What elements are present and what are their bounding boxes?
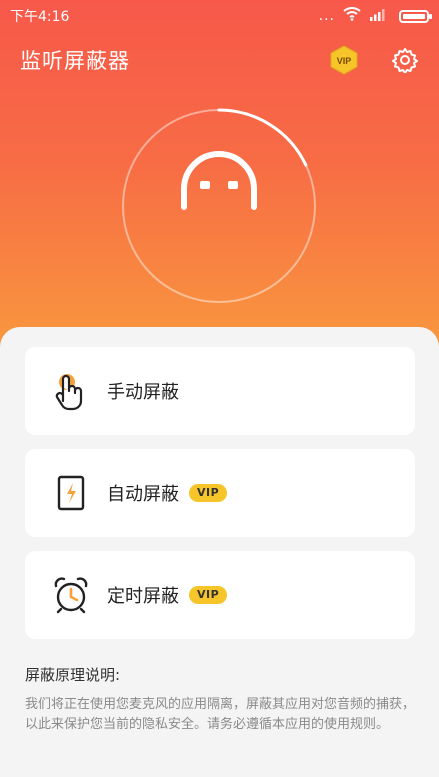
shield-status-button[interactable] [120, 107, 318, 305]
vip-tag: VIP [189, 586, 228, 604]
auto-shield-label: 自动屏蔽 [107, 484, 179, 505]
wifi-icon [343, 7, 361, 25]
vip-badge-button[interactable]: VIP [329, 45, 359, 75]
explanation-title: 屏蔽原理说明: [25, 666, 121, 684]
manual-shield-option[interactable]: 手动屏蔽 [25, 347, 415, 435]
auto-shield-option[interactable]: 自动屏蔽 VIP [25, 449, 415, 537]
status-bar: 下午4:16 ... [0, 0, 439, 32]
vip-tag: VIP [189, 484, 228, 502]
gear-icon [392, 48, 418, 73]
timed-shield-label: 定时屏蔽 [107, 586, 179, 607]
timed-shield-option[interactable]: 定时屏蔽 VIP [25, 551, 415, 639]
settings-button[interactable] [391, 46, 419, 74]
alarm-clock-icon [51, 575, 91, 615]
auto-lightning-icon [51, 473, 91, 513]
explanation-body: 我们将正在使用您麦克风的应用隔离，屏蔽其应用对您音频的捕获，以此来保护您当前的隐… [25, 697, 416, 732]
signal-icon [369, 7, 387, 25]
title-bar: 监听屏蔽器 VIP [0, 38, 439, 82]
vip-hexagon-icon: VIP [330, 45, 358, 75]
status-icons: ... [318, 7, 432, 25]
battery-icon [399, 9, 432, 23]
manual-shield-label: 手动屏蔽 [107, 382, 179, 403]
vip-badge-text: VIP [337, 56, 352, 66]
robot-face-icon [181, 151, 257, 210]
shield-progress-ring [121, 108, 317, 304]
hand-tap-icon [51, 371, 91, 411]
app-title: 监听屏蔽器 [20, 49, 130, 73]
status-time: 下午4:16 [10, 9, 70, 25]
more-dots-icon: ... [318, 8, 335, 24]
